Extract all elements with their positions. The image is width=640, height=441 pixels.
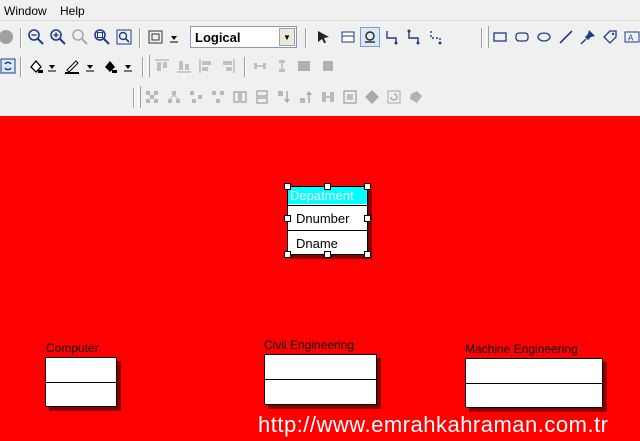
align-left-icon[interactable] [196,56,216,76]
entity-computer[interactable] [45,357,117,407]
menu-bar: Window Help [0,0,640,21]
align-right-icon[interactable] [218,56,238,76]
toolbar-separator [133,88,135,108]
entity-tool-icon[interactable] [338,27,358,47]
watermark-text: http://www.emrahkahraman.com.tr [258,412,609,437]
layout-circular-icon[interactable] [142,87,162,107]
svg-text:A: A [628,34,634,43]
nonidentifying-relation-icon[interactable] [404,27,424,47]
entity-label-machine-engineering: Machine Engineering [465,342,578,356]
identifying-relation-icon[interactable] [382,27,402,47]
align-bottom-icon[interactable] [174,56,194,76]
toolbar-separator [305,28,307,48]
selection-handle[interactable] [284,251,291,258]
circle-icon[interactable] [0,27,16,47]
rows-icon[interactable] [252,87,272,107]
subtype-tool-icon[interactable] [360,27,380,47]
toolbar-separator [481,28,483,48]
entity-machine-engineering[interactable] [465,358,603,408]
rounded-rectangle-icon[interactable] [512,27,532,47]
entity-civil-engineering[interactable] [264,354,377,405]
entity-attribute-area [265,380,376,404]
font-color-icon[interactable] [100,56,120,76]
selection-handle[interactable] [284,215,291,222]
toolbar-separator [20,57,22,77]
pin-icon[interactable] [578,27,598,47]
toolbar-row-1: Logical ▼ A [0,23,640,53]
resize-icon[interactable] [318,56,338,76]
ellipse-icon[interactable] [534,27,554,47]
dropdown-arrow-icon[interactable] [164,27,184,47]
dropdown-arrow-icon[interactable] [80,56,100,76]
space-horizontal-icon[interactable] [250,56,270,76]
dropdown-arrow-icon[interactable] [42,56,62,76]
undo-layout-icon[interactable] [384,87,404,107]
zoom-actual-icon[interactable] [70,27,90,47]
text-tool-icon[interactable]: A [622,27,640,47]
selection-handle[interactable] [284,183,291,190]
toolbar-grip[interactable] [138,86,141,108]
selection-handle[interactable] [324,183,331,190]
attribute-dnumber[interactable]: Dnumber [288,205,367,230]
split-icon[interactable] [318,87,338,107]
move-down-icon[interactable] [274,87,294,107]
menu-help[interactable]: Help [60,4,85,18]
zoom-fit-icon[interactable] [92,27,112,47]
toolbar-separator [20,28,22,48]
toolbar-area: Logical ▼ A [0,21,640,116]
toolbar-grip[interactable] [486,26,489,48]
toolbar-grip[interactable] [147,55,150,77]
columns-icon[interactable] [230,87,250,107]
layout-orthogonal-icon[interactable] [186,87,206,107]
view-mode-value: Logical [195,30,241,45]
menu-window[interactable]: Window [4,4,47,18]
entity-label-civil-engineering: Civil Engineering [264,338,355,352]
puzzle-icon[interactable] [406,87,426,107]
refresh-icon[interactable] [0,56,18,76]
line-icon[interactable] [556,27,576,47]
entity-attribute-area [466,384,602,407]
tag-icon[interactable] [600,27,620,47]
entity-key-area [466,359,602,384]
view-mode-select[interactable]: Logical ▼ [190,26,297,48]
toolbar-separator [142,57,144,77]
frame-icon[interactable] [340,87,360,107]
many-to-many-relation-icon[interactable] [426,27,446,47]
chevron-down-icon[interactable]: ▼ [279,28,295,46]
toolbar-row-2 [0,52,640,82]
selection-handle[interactable] [364,215,371,222]
align-top-icon[interactable] [152,56,172,76]
zoom-window-icon[interactable] [114,27,134,47]
zoom-in-icon[interactable] [48,27,68,47]
pointer-icon[interactable] [314,27,334,47]
toolbar-separator [139,28,141,48]
zoom-out-icon[interactable] [26,27,46,47]
line-color-icon[interactable] [62,56,82,76]
toolbar-row-3 [0,83,640,113]
move-up-icon[interactable] [296,87,316,107]
rectangle-icon[interactable] [490,27,510,47]
dropdown-arrow-icon[interactable] [118,56,138,76]
layout-icon[interactable] [146,27,166,47]
entity-key-area [265,355,376,380]
same-size-icon[interactable] [294,56,314,76]
entity-department[interactable]: Depatment Dnumber Dname [287,186,368,255]
entity-attribute-area [46,383,116,406]
space-vertical-icon[interactable] [272,56,292,76]
entity-key-area [46,358,116,383]
entity-label-computer: Computer [46,341,99,355]
selection-handle[interactable] [324,251,331,258]
toolbar-separator [244,57,246,77]
layout-hierarchical-icon[interactable] [164,87,184,107]
selection-handle[interactable] [364,251,371,258]
selection-handle[interactable] [364,183,371,190]
diamond-icon[interactable] [362,87,382,107]
layout-tree-icon[interactable] [208,87,228,107]
